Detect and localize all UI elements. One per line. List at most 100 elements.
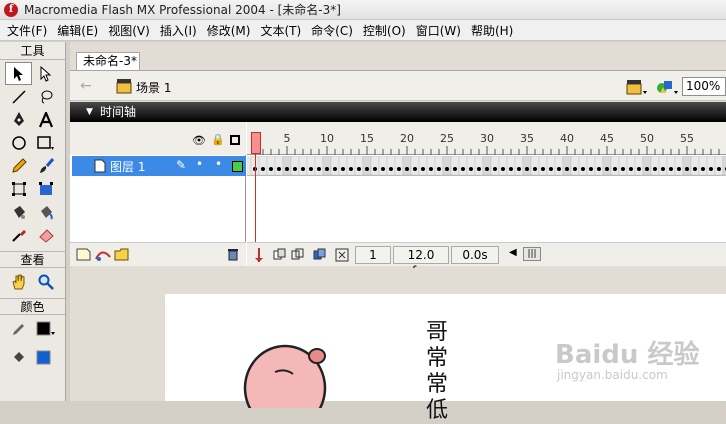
layer-name[interactable]: 图层 1: [110, 158, 145, 175]
horizontal-scroll-thumb[interactable]: |||: [523, 247, 541, 261]
frame-cell[interactable]: [346, 155, 356, 176]
frame-cell[interactable]: [466, 155, 476, 176]
frame-cell[interactable]: [570, 155, 580, 176]
frame-cell[interactable]: [418, 155, 428, 176]
layer-outline-color[interactable]: [232, 161, 243, 172]
line-tool[interactable]: [5, 85, 32, 108]
frame-cell[interactable]: [546, 155, 556, 176]
text-tool[interactable]: [32, 108, 59, 131]
center-frame-icon[interactable]: [253, 247, 265, 266]
insert-folder-icon[interactable]: [114, 247, 130, 264]
frame-cell[interactable]: [586, 155, 596, 176]
back-arrow-icon[interactable]: ←: [80, 78, 92, 94]
frame-cell[interactable]: [650, 155, 660, 176]
frame-cell[interactable]: [434, 155, 444, 176]
fill-color-swatch[interactable]: [32, 346, 59, 369]
frame-cell[interactable]: [322, 155, 332, 176]
frame-cell[interactable]: [626, 155, 636, 176]
menu-edit[interactable]: 编辑(E): [52, 22, 103, 39]
menu-file[interactable]: 文件(F): [2, 22, 52, 39]
frame-cell[interactable]: [386, 155, 396, 176]
onion-skin-outline-icon[interactable]: [291, 248, 305, 265]
frame-cell[interactable]: [450, 155, 460, 176]
frame-cell[interactable]: [634, 155, 644, 176]
frame-cell[interactable]: [578, 155, 588, 176]
menu-insert[interactable]: 插入(I): [155, 22, 202, 39]
frame-rate-field[interactable]: 12.0 fps: [393, 246, 449, 278]
frame-ruler[interactable]: 1510152025303540455055: [247, 122, 726, 155]
frame-cell[interactable]: [530, 155, 540, 176]
frame-cell[interactable]: [642, 155, 652, 176]
fill-color-tool[interactable]: [5, 346, 32, 369]
frame-cell[interactable]: [370, 155, 380, 176]
frame-cell[interactable]: [618, 155, 628, 176]
frame-cell[interactable]: [610, 155, 620, 176]
hand-tool[interactable]: [5, 270, 32, 293]
frame-cell[interactable]: [514, 155, 524, 176]
frame-cell[interactable]: [498, 155, 508, 176]
playhead[interactable]: [251, 132, 261, 154]
rectangle-tool[interactable]: [32, 131, 59, 154]
frame-cell[interactable]: [474, 155, 484, 176]
ink-bottle-tool[interactable]: [5, 200, 32, 223]
frame-cell[interactable]: [314, 155, 324, 176]
stage[interactable]: 哥 常 常 低 Baidu 经验 jingyan.baidu.com: [165, 294, 726, 423]
menu-text[interactable]: 文本(T): [255, 22, 306, 39]
modify-onion-markers-icon[interactable]: [335, 248, 349, 265]
menu-window[interactable]: 窗口(W): [411, 22, 466, 39]
frame-cell[interactable]: [298, 155, 308, 176]
eyedropper-tool[interactable]: [5, 223, 32, 246]
layer-row[interactable]: 图层 1 ✎ • •: [72, 156, 246, 176]
visible-dot-icon[interactable]: •: [196, 157, 203, 171]
frame-cell[interactable]: [698, 155, 708, 176]
frame-cell[interactable]: [258, 155, 268, 176]
frame-cell[interactable]: [458, 155, 468, 176]
collapse-triangle-icon[interactable]: ▼: [86, 102, 93, 122]
frame-cell[interactable]: [410, 155, 420, 176]
paint-bucket-tool[interactable]: [32, 200, 59, 223]
subselection-tool[interactable]: [32, 62, 59, 85]
frame-cell[interactable]: [394, 155, 404, 176]
menu-view[interactable]: 视图(V): [103, 22, 155, 39]
edit-multiple-frames-icon[interactable]: [313, 248, 327, 265]
outline-icon[interactable]: [230, 135, 240, 145]
frame-cell[interactable]: [482, 155, 492, 176]
menu-help[interactable]: 帮助(H): [466, 22, 518, 39]
frame-cell[interactable]: [666, 155, 676, 176]
edit-symbol-icon[interactable]: [656, 78, 680, 99]
frame-cell[interactable]: [442, 155, 452, 176]
frame-cell[interactable]: [714, 155, 724, 176]
selection-tool[interactable]: [5, 62, 32, 85]
insert-layer-icon[interactable]: [76, 247, 92, 264]
frame-cell[interactable]: [274, 155, 284, 176]
lock-icon[interactable]: 🔒: [211, 133, 225, 146]
menu-commands[interactable]: 命令(C): [306, 22, 358, 39]
frame-cell[interactable]: [690, 155, 700, 176]
stroke-color-swatch[interactable]: [32, 317, 59, 340]
frame-cell[interactable]: [706, 155, 716, 176]
frame-cell[interactable]: [682, 155, 692, 176]
frame-cell[interactable]: [306, 155, 316, 176]
frame-cell[interactable]: [378, 155, 388, 176]
oval-tool[interactable]: [5, 131, 32, 154]
frame-cell[interactable]: [354, 155, 364, 176]
frame-cell[interactable]: [266, 155, 276, 176]
pencil-tool[interactable]: [5, 154, 32, 177]
frame-cell[interactable]: [554, 155, 564, 176]
frame-cell[interactable]: [490, 155, 500, 176]
frame-cell[interactable]: [522, 155, 532, 176]
scroll-left-icon[interactable]: ◀: [509, 247, 517, 258]
fill-transform-tool[interactable]: [32, 177, 59, 200]
frame-cell[interactable]: [330, 155, 340, 176]
frame-cell[interactable]: [658, 155, 668, 176]
lock-dot-icon[interactable]: •: [215, 157, 222, 171]
lasso-tool[interactable]: [32, 85, 59, 108]
eye-icon[interactable]: 👁: [192, 134, 206, 147]
onion-skin-icon[interactable]: [273, 248, 287, 265]
document-tab[interactable]: 未命名-3*: [76, 52, 140, 70]
frame-cell[interactable]: [290, 155, 300, 176]
layer-frames[interactable]: [247, 155, 726, 176]
menu-modify[interactable]: 修改(M): [202, 22, 256, 39]
pen-tool[interactable]: [5, 108, 32, 131]
frame-cell[interactable]: [506, 155, 516, 176]
